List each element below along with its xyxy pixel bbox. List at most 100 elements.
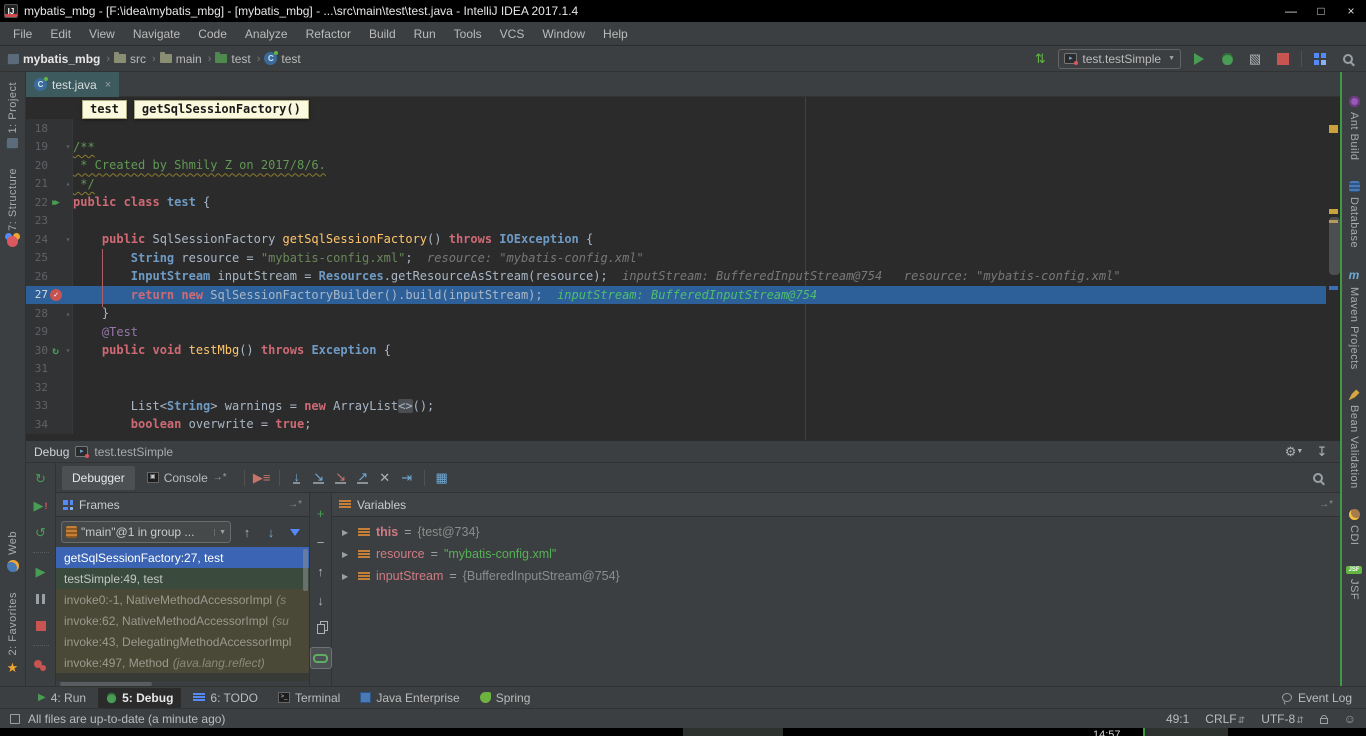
step-out-button[interactable]: ↗ [353, 468, 373, 488]
project-structure-icon[interactable] [1310, 49, 1330, 69]
toolwindow-tab-4-run[interactable]: ▶4: Run [30, 688, 94, 708]
chevron-right-icon[interactable]: ▶ [342, 550, 352, 559]
breadcrumb-chip-method[interactable]: getSqlSessionFactory() [134, 100, 309, 119]
breakpoint-icon[interactable]: ✓ [48, 289, 63, 301]
menu-analyze[interactable]: Analyze [236, 22, 297, 46]
frame-row[interactable]: invoke:62, NativeMethodAccessorImpl (su [56, 610, 309, 631]
tool-window-button-maven-projects[interactable]: mMaven Projects [1348, 268, 1360, 370]
menu-vcs[interactable]: VCS [491, 22, 534, 46]
chevron-right-icon[interactable]: ▶ [342, 572, 352, 581]
stop-button[interactable] [1273, 49, 1293, 69]
line-ending-select[interactable]: CRLF⇵ [1205, 712, 1245, 726]
breadcrumb-item[interactable]: test [215, 52, 250, 66]
move-watch-up-button[interactable]: ↑ [311, 561, 331, 581]
force-step-into-button[interactable]: ↘ [331, 468, 351, 488]
variable-row[interactable]: ▶inputStream={BufferedInputStream@754} [332, 565, 1340, 587]
tool-window-button-web[interactable]: Web [7, 531, 19, 572]
menu-navigate[interactable]: Navigate [124, 22, 189, 46]
frames-scrollbar[interactable] [303, 549, 308, 591]
tab-console[interactable]: ▣ Console →* [137, 466, 237, 490]
copy-value-button[interactable] [311, 619, 331, 639]
minimize-button[interactable]: — [1276, 0, 1306, 22]
rerun-button[interactable]: ↻ [31, 469, 51, 489]
editor-line[interactable]: 21▴ */ [26, 175, 1326, 194]
debug-button[interactable] [1217, 49, 1237, 69]
close-button[interactable]: × [1336, 0, 1366, 22]
show-execution-point-button[interactable]: ▶≡ [252, 468, 272, 488]
toolwindow-toggle-icon[interactable] [10, 714, 20, 724]
breadcrumb-item[interactable]: Ctest [264, 52, 300, 66]
editor-scrollbar[interactable] [1329, 217, 1340, 275]
breakpoint-icon[interactable]: ✓ [50, 289, 62, 301]
float-icon[interactable]: →* [288, 499, 302, 510]
editor-line[interactable]: 33 List<String> warnings = new ArrayList… [26, 397, 1326, 416]
run-class-icon[interactable]: ▶▶ [48, 201, 63, 203]
move-watch-down-button[interactable]: ↓ [311, 590, 331, 610]
run-class-icon[interactable]: ▶▶ [52, 198, 57, 208]
caret-position[interactable]: 49:1 [1166, 712, 1189, 726]
breadcrumb-item[interactable]: main [160, 52, 202, 66]
breadcrumb-item[interactable]: src [114, 52, 146, 66]
show-watches-button[interactable] [311, 648, 331, 668]
run-configuration-select[interactable]: ▸ test.testSimple ▼ [1058, 49, 1181, 69]
rerun-failed-tests-button[interactable]: ▶ [31, 496, 51, 516]
editor-line[interactable]: 34 boolean overwrite = true; [26, 415, 1326, 434]
evaluate-expression-button[interactable]: ▦ [432, 468, 452, 488]
drop-frame-button[interactable]: ✕ [375, 468, 395, 488]
editor-line[interactable]: 28▴ } [26, 304, 1326, 323]
frame-row[interactable]: invoke0:-1, NativeMethodAccessorImpl (s [56, 589, 309, 610]
menu-code[interactable]: Code [189, 22, 236, 46]
tool-window-button-jsf[interactable]: JSFJSF [1346, 566, 1361, 600]
run-method-icon[interactable]: ↻ [52, 344, 59, 357]
tool-window-button-2-favorites[interactable]: 2: Favorites★ [7, 592, 19, 676]
run-button[interactable] [1189, 49, 1209, 69]
tab-test-java[interactable]: C test.java × [26, 72, 119, 97]
frame-row[interactable]: invoke:43, DelegatingMethodAccessorImpl [56, 631, 309, 652]
menu-refactor[interactable]: Refactor [297, 22, 360, 46]
tool-window-button-7-structure[interactable]: 7: Structure [7, 168, 19, 247]
search-icon[interactable] [1338, 49, 1358, 69]
menu-help[interactable]: Help [594, 22, 637, 46]
editor-line[interactable]: 23 [26, 212, 1326, 231]
editor-line[interactable]: 31 [26, 360, 1326, 379]
editor-line[interactable]: 29 @Test [26, 323, 1326, 342]
taskbar-app[interactable] [683, 728, 783, 736]
hide-library-frames-button[interactable] [285, 522, 305, 542]
run-method-icon[interactable]: ↻ [48, 350, 63, 351]
step-into-button[interactable]: ↘ [309, 468, 329, 488]
chevron-right-icon[interactable]: ▶ [342, 528, 352, 537]
stripe-mark-yellow[interactable] [1329, 209, 1338, 214]
fold-marker[interactable]: ▾ [63, 142, 73, 151]
hector-icon[interactable]: ☺ [1344, 712, 1356, 726]
fold-marker[interactable]: ▾ [63, 346, 73, 355]
event-log-button[interactable]: Event Log [1282, 691, 1366, 705]
toolwindow-tab-spring[interactable]: Spring [472, 688, 539, 708]
run-to-cursor-button[interactable]: ⇥ [397, 468, 417, 488]
variable-row[interactable]: ▶resource="mybatis-config.xml" [332, 543, 1340, 565]
stop-button[interactable] [31, 616, 51, 636]
editor-line[interactable]: 26 InputStream inputStream = Resources.g… [26, 267, 1326, 286]
encoding-select[interactable]: UTF-8⇵ [1261, 712, 1304, 726]
incoming-changes-icon[interactable]: ⇅ [1030, 49, 1050, 69]
menu-tools[interactable]: Tools [445, 22, 491, 46]
editor-line[interactable]: 27✓ return new SqlSessionFactoryBuilder(… [26, 286, 1326, 305]
resume-button[interactable]: ▶ [31, 562, 51, 582]
fold-marker[interactable]: ▴ [63, 179, 73, 188]
menu-run[interactable]: Run [405, 22, 445, 46]
float-icon[interactable]: →* [1319, 499, 1333, 510]
tool-window-button-bean-validation[interactable]: Bean Validation [1348, 389, 1360, 489]
show-running-tests-button[interactable]: ↺ [31, 523, 51, 543]
close-icon[interactable]: × [105, 79, 111, 91]
code-editor[interactable]: test getSqlSessionFactory() 1819▾/**20 *… [26, 97, 1340, 440]
editor-line[interactable]: 18 [26, 119, 1326, 138]
hide-window-icon[interactable]: ↧ [1312, 442, 1332, 462]
menu-edit[interactable]: Edit [41, 22, 80, 46]
tool-window-button-cdi[interactable]: CDI [1348, 509, 1360, 545]
breadcrumb-item[interactable]: mybatis_mbg [8, 52, 100, 66]
fold-marker[interactable]: ▴ [63, 309, 73, 318]
toolwindow-tab-terminal[interactable]: >_Terminal [270, 688, 348, 708]
editor-line[interactable]: 19▾/** [26, 138, 1326, 157]
editor-line[interactable]: 20 * Created by Shmily Z on 2017/8/6. [26, 156, 1326, 175]
maximize-button[interactable]: □ [1306, 0, 1336, 22]
frame-row[interactable]: testSimple:49, test [56, 568, 309, 589]
